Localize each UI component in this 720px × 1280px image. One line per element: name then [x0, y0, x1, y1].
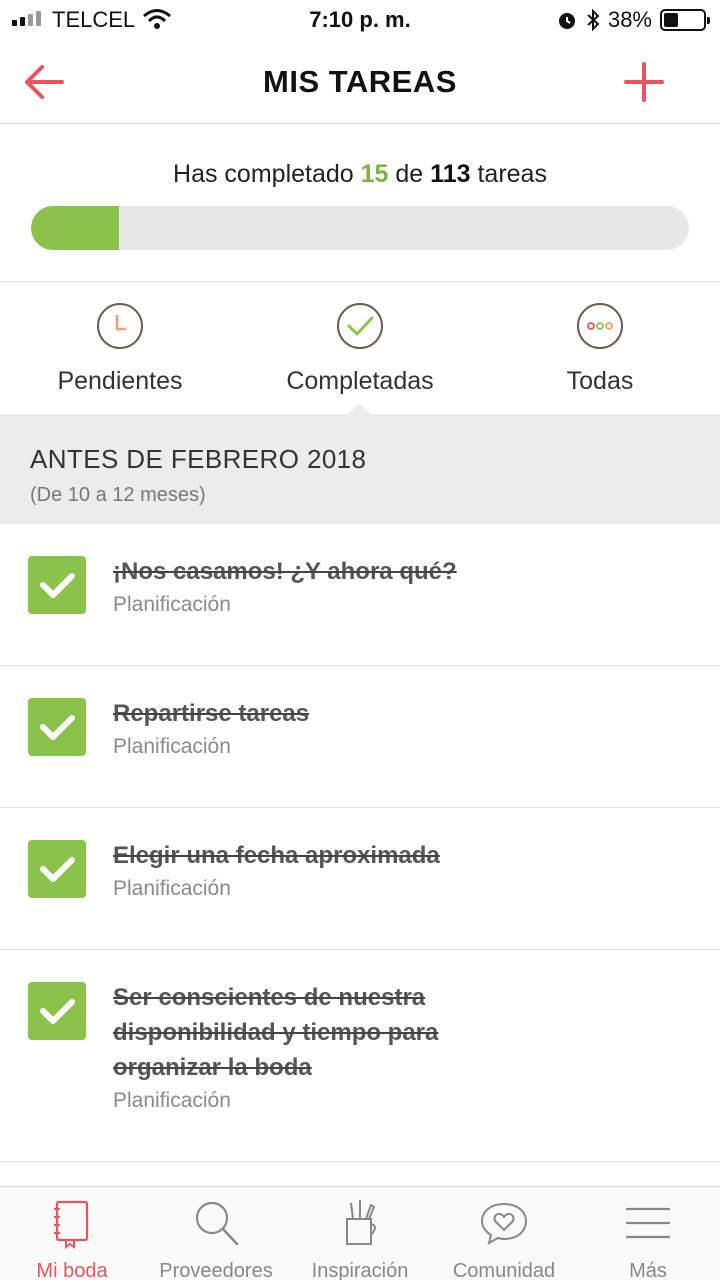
battery-icon [660, 9, 710, 31]
task-checkbox[interactable] [28, 556, 86, 614]
notebook-icon [54, 1200, 89, 1249]
filter-label: Todas [566, 367, 634, 395]
tab-label: Comunidad [452, 1260, 556, 1280]
task-name: Repartirse tareas [113, 700, 310, 727]
page-title: MIS TAREAS [263, 64, 457, 99]
tab-proveedores[interactable]: Proveedores [144, 1187, 288, 1280]
task-item[interactable]: Ser conscientes de nuestra disponibilida… [0, 950, 720, 1162]
tab-label: Mi boda [36, 1260, 108, 1280]
progress-bar [31, 206, 689, 250]
tab-mas[interactable]: Más [576, 1187, 720, 1280]
total-count: 113 [430, 160, 471, 188]
task-category: Planificación [113, 593, 231, 616]
add-task-icon[interactable] [622, 60, 666, 104]
bluetooth-icon [587, 9, 600, 31]
checkmark-icon [40, 715, 75, 740]
filter-completadas[interactable]: Completadas [240, 302, 480, 396]
craft-cup-icon [346, 1200, 376, 1245]
dots-circle-icon [577, 303, 623, 349]
progress-connector: de [395, 160, 424, 188]
checkmark-icon [40, 857, 75, 882]
tab-label: Inspiración [311, 1260, 409, 1280]
progress-prefix: Has completado [173, 160, 354, 188]
completed-count: 15 [360, 160, 389, 188]
section-subtitle: (De 10 a 12 meses) [30, 484, 206, 506]
search-icon [195, 1201, 239, 1246]
tab-label: Proveedores [159, 1260, 273, 1280]
progress-bar-fill [31, 206, 119, 250]
filter-pendientes[interactable]: Pendientes [0, 302, 240, 396]
task-name: Elegir una fecha aproximada [113, 842, 440, 869]
task-checkbox[interactable] [28, 698, 86, 756]
progress-summary: Has completado 15 de 113 tareas [0, 160, 720, 189]
section-title: ANTES DE FEBRERO 2018 [30, 444, 367, 474]
task-name: Ser conscientes de nuestra disponibilida… [113, 984, 439, 1081]
tab-bar: Mi boda Proveedores Inspiración Comunida… [0, 1186, 720, 1280]
filter-label: Completadas [286, 367, 434, 395]
task-category: Planificación [113, 877, 231, 900]
progress-suffix: tareas [477, 160, 547, 188]
task-filters: Pendientes Completadas Todas [0, 282, 720, 416]
checkmark-icon [40, 573, 75, 598]
task-item[interactable]: Repartirse tareas Planificación [0, 666, 720, 808]
section-header: ANTES DE FEBRERO 2018 (De 10 a 12 meses) [0, 416, 720, 524]
status-bar: TELCEL 7:10 p. m. 38% [0, 0, 720, 40]
nav-bar: MIS TAREAS [0, 40, 720, 124]
alarm-icon [558, 13, 575, 29]
task-checkbox[interactable] [28, 982, 86, 1040]
task-category: Planificación [113, 1089, 231, 1112]
tab-inspiracion[interactable]: Inspiración [288, 1187, 432, 1280]
tab-mi-boda[interactable]: Mi boda [0, 1187, 144, 1280]
tab-label: Más [629, 1260, 667, 1280]
menu-icon [626, 1207, 670, 1239]
check-circle-icon [337, 303, 383, 349]
chat-heart-icon [480, 1202, 528, 1245]
task-item[interactable]: ¡Nos casamos! ¿Y ahora qué? Planificació… [0, 524, 720, 666]
tab-comunidad[interactable]: Comunidad [432, 1187, 576, 1280]
task-category: Planificación [113, 735, 231, 758]
checkmark-icon [40, 999, 75, 1024]
filter-todas[interactable]: Todas [480, 302, 720, 396]
task-item[interactable]: Elegir una fecha aproximada Planificació… [0, 808, 720, 950]
clock-icon [97, 303, 143, 349]
progress-card: Has completado 15 de 113 tareas [0, 124, 720, 282]
filter-label: Pendientes [57, 367, 183, 395]
task-checkbox[interactable] [28, 840, 86, 898]
task-name: ¡Nos casamos! ¿Y ahora qué? [113, 558, 457, 585]
battery-percent: 38% [607, 7, 652, 32]
